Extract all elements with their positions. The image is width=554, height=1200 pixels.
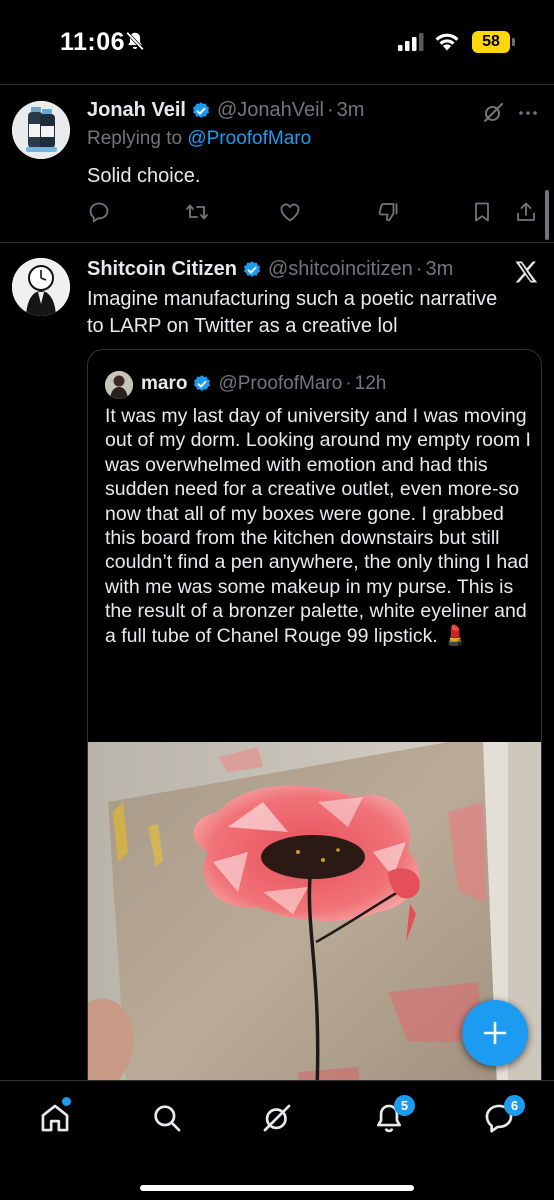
main-tweet-text-line: Imagine manufacturing such a poetic narr…	[87, 288, 498, 310]
quoted-tweet-text: It was my last day of university and I w…	[105, 405, 531, 647]
scrollbar[interactable]	[545, 190, 549, 240]
reply-author-name[interactable]: Jonah Veil	[87, 99, 186, 122]
quoted-tweet-header: maro @ProofofMaro · 12h	[141, 373, 386, 395]
replying-to-prefix: Replying to	[87, 128, 183, 149]
share-icon[interactable]	[514, 200, 538, 224]
retweet-icon[interactable]	[185, 200, 209, 224]
separator-dot: ·	[415, 258, 423, 280]
verified-badge-icon	[194, 375, 211, 391]
bell-off-icon	[126, 31, 144, 51]
grok-icon[interactable]	[260, 1101, 294, 1135]
person-photo-icon	[105, 371, 133, 399]
verified-badge-icon	[192, 101, 210, 118]
more-options-icon[interactable]	[516, 101, 540, 125]
dislike-icon[interactable]	[376, 200, 400, 224]
top-divider	[0, 84, 554, 85]
bottom-navigation: 5 6	[0, 1080, 554, 1200]
tweet-divider	[0, 242, 554, 243]
maro-avatar[interactable]	[105, 371, 133, 399]
main-author-name[interactable]: Shitcoin Citizen	[87, 258, 237, 281]
search-icon[interactable]	[150, 1101, 184, 1135]
bookmark-icon[interactable]	[470, 200, 494, 224]
main-author-handle[interactable]: @shitcoincitizen	[268, 258, 413, 281]
reply-tweet-header: Jonah Veil @JonahVeil · 3m	[87, 99, 364, 122]
separator-dot: ·	[345, 373, 352, 394]
battery-tip	[512, 38, 515, 46]
battery-indicator: 58	[472, 31, 516, 53]
notifications-tab[interactable]: 5	[372, 1095, 415, 1135]
home-unread-dot	[62, 1097, 71, 1106]
shitcoin-citizen-avatar[interactable]	[12, 258, 70, 316]
separator-dot: ·	[326, 99, 334, 121]
main-tweet-header: Shitcoin Citizen @shitcoincitizen · 3m	[87, 258, 453, 281]
like-icon[interactable]	[278, 200, 302, 224]
replying-to-mention[interactable]: @ProofofMaro	[187, 128, 311, 149]
reply-tweet-time: 3m	[336, 99, 365, 121]
quoted-author-name[interactable]: maro	[141, 373, 187, 395]
main-tweet-text-line: to LARP on Twitter as a creative lol	[87, 315, 398, 337]
main-tweet-text: Imagine manufacturing such a poetic narr…	[87, 286, 537, 340]
jonah-avatar[interactable]	[12, 101, 70, 159]
notifications-badge: 5	[394, 1095, 415, 1116]
bottles-avatar-icon	[12, 101, 70, 159]
reply-author-handle[interactable]: @JonahVeil	[217, 99, 324, 122]
plus-icon	[483, 1021, 507, 1045]
x-logo-icon[interactable]	[512, 258, 540, 286]
status-time: 11:06	[60, 28, 126, 56]
quoted-tweet-time: 12h	[354, 373, 387, 394]
wifi-icon	[435, 33, 459, 51]
cellular-signal-icon	[398, 33, 424, 51]
grok-icon[interactable]	[481, 101, 505, 125]
replying-to-line: Replying to @ProofofMaro	[87, 128, 311, 150]
home-indicator-bar[interactable]	[140, 1185, 414, 1191]
home-icon[interactable]	[38, 1101, 72, 1135]
messages-badge: 6	[504, 1095, 525, 1116]
main-tweet-time: 3m	[425, 258, 454, 280]
messages-tab[interactable]: 6	[482, 1095, 525, 1135]
quoted-tweet[interactable]: maro @ProofofMaro · 12h It was my last d…	[87, 349, 542, 1109]
status-bar: 11:06 58	[0, 0, 554, 84]
battery-level: 58	[472, 31, 510, 53]
reply-tweet-text: Solid choice.	[87, 165, 201, 187]
reply-icon[interactable]	[87, 200, 111, 224]
compose-button[interactable]	[462, 1000, 528, 1066]
verified-badge-icon	[244, 260, 261, 277]
quoted-author-handle[interactable]: @ProofofMaro	[218, 373, 342, 395]
clock-man-avatar-icon	[12, 258, 70, 316]
